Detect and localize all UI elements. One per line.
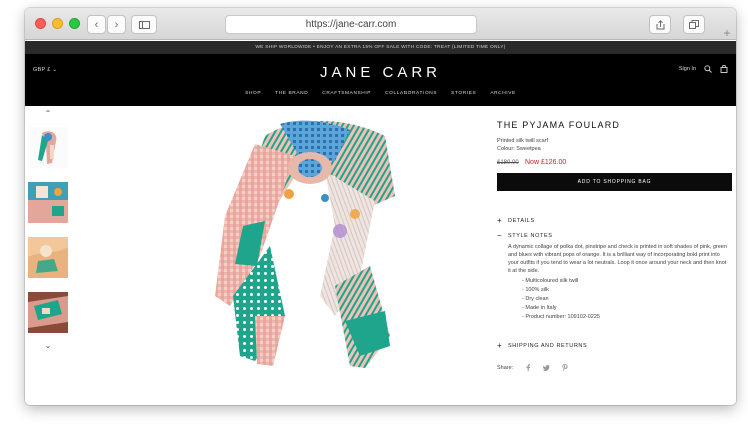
- tabs-icon: [689, 20, 699, 29]
- nav-item-shop[interactable]: SHOP: [245, 91, 261, 96]
- search-icon[interactable]: [704, 65, 712, 73]
- sign-in-link[interactable]: Sign In: [679, 66, 696, 72]
- chevron-left-icon: ‹: [94, 18, 99, 31]
- product-thumbnail[interactable]: [28, 292, 68, 333]
- bag-icon[interactable]: [720, 65, 728, 73]
- nav-item-collaborations[interactable]: COLLABORATIONS: [385, 91, 437, 96]
- pinterest-icon[interactable]: [562, 364, 568, 371]
- nav-item-stories[interactable]: STORIES: [451, 91, 476, 96]
- browser-window: ‹ › https://jane-carr.com + WE SHIP WORL…: [25, 8, 736, 405]
- details-label: DETAILS: [508, 217, 535, 224]
- share-icon: [656, 19, 664, 29]
- share-button[interactable]: [649, 15, 671, 34]
- style-notes-text: A dynamic collage of polka dot, pinstrip…: [508, 244, 727, 274]
- plus-icon: +: [497, 341, 503, 350]
- site-header: GBP £ ⌄ JANE CARR Sign In SHOP THE BRAND…: [25, 54, 736, 106]
- list-item: - 100% silk: [522, 287, 549, 293]
- product-thumbnail[interactable]: [28, 182, 68, 223]
- product-colour: Colour: Sweetpea: [497, 146, 541, 152]
- sidebar-toggle-button[interactable]: [131, 15, 157, 34]
- product-features-list: - Multicoloured silk twill - 100% silk -…: [522, 277, 722, 322]
- zoom-window-button[interactable]: [69, 18, 80, 29]
- share-label: Share:: [497, 364, 514, 371]
- nav-item-craftsmanship[interactable]: CRAFTSMANSHIP: [322, 91, 371, 96]
- tab-overview-button[interactable]: [683, 15, 705, 34]
- back-button[interactable]: ‹: [87, 15, 106, 34]
- main-nav: SHOP THE BRAND CRAFTSMANSHIP COLLABORATI…: [25, 91, 736, 96]
- nav-item-the-brand[interactable]: THE BRAND: [275, 91, 308, 96]
- style-notes-label: STYLE NOTES: [508, 232, 553, 239]
- shipping-returns-accordion[interactable]: + SHIPPING AND RETURNS: [497, 341, 732, 350]
- product-thumbnail[interactable]: [28, 237, 68, 278]
- chevron-right-icon: ›: [114, 18, 119, 31]
- minus-icon: −: [497, 231, 503, 240]
- nav-item-archive[interactable]: ARCHIVE: [490, 91, 516, 96]
- close-window-button[interactable]: [35, 18, 46, 29]
- chevron-down-icon[interactable]: ⌄: [28, 342, 68, 350]
- chevron-up-icon[interactable]: ⌃: [28, 110, 68, 118]
- product-page: ⌃ ⌄ THE PYJAMA FOULARD Printed silk twil…: [25, 106, 736, 405]
- twitter-icon[interactable]: [543, 364, 551, 371]
- share-row: Share:: [497, 364, 568, 371]
- address-bar[interactable]: https://jane-carr.com: [225, 15, 477, 34]
- list-item: - Product number: 109102-0225: [522, 314, 600, 320]
- promo-banner[interactable]: WE SHIP WORLDWIDE • ENJOY AN EXTRA 15% O…: [25, 41, 736, 54]
- shipping-returns-label: SHIPPING AND RETURNS: [508, 342, 588, 349]
- product-subtitle: Printed silk twill scarf: [497, 138, 549, 144]
- product-thumbnail[interactable]: [28, 127, 68, 168]
- facebook-icon[interactable]: [525, 364, 531, 371]
- sale-price: Now £126.00: [525, 159, 567, 166]
- plus-icon: +: [497, 216, 503, 225]
- list-item: - Dry clean: [522, 296, 549, 302]
- new-tab-button[interactable]: +: [718, 26, 736, 40]
- list-item: - Multicoloured silk twill: [522, 278, 579, 284]
- style-notes-accordion[interactable]: − STYLE NOTES: [497, 231, 732, 240]
- thumbnail-gallery: ⌃ ⌄: [28, 110, 68, 350]
- plus-icon: +: [723, 26, 731, 40]
- product-image: [215, 120, 395, 368]
- sidebar-icon: [138, 20, 150, 29]
- forward-button[interactable]: ›: [107, 15, 126, 34]
- details-accordion[interactable]: + DETAILS: [497, 216, 732, 225]
- minimize-window-button[interactable]: [52, 18, 63, 29]
- list-item: - Made in Italy: [522, 305, 557, 311]
- original-price: £180.00: [497, 160, 519, 166]
- browser-titlebar: ‹ › https://jane-carr.com +: [25, 8, 736, 40]
- header-actions: Sign In: [679, 65, 728, 73]
- product-title: THE PYJAMA FOULARD: [497, 120, 621, 130]
- site-logo[interactable]: JANE CARR: [25, 64, 736, 81]
- add-to-bag-button[interactable]: ADD TO SHOPPING BAG: [497, 173, 732, 191]
